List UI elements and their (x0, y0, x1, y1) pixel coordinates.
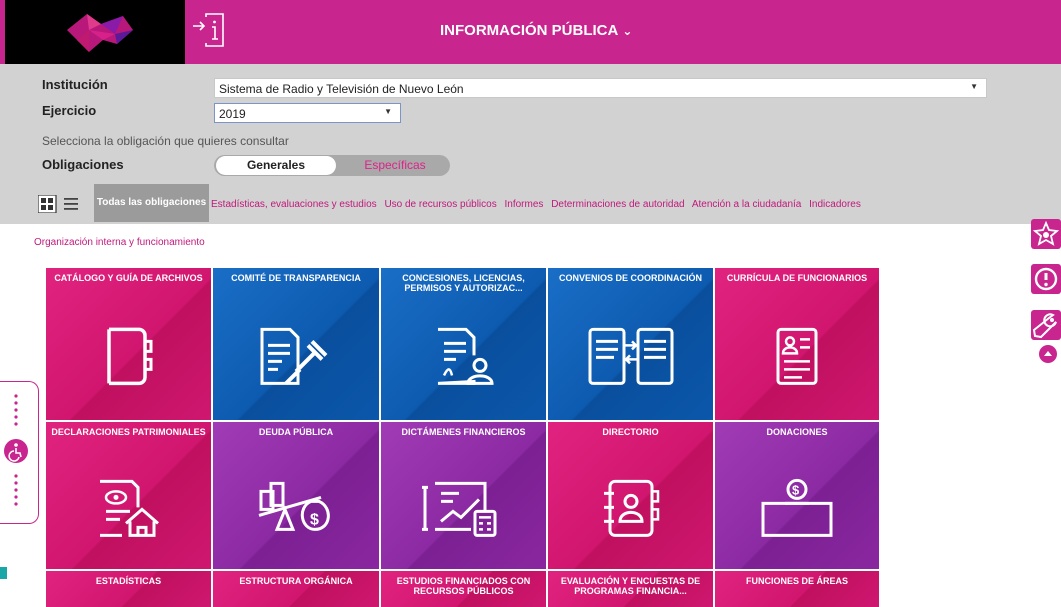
wheelchair-icon (8, 443, 22, 462)
accessibility-panel (0, 381, 39, 524)
logo-graphic (67, 14, 133, 52)
exit-info-button[interactable] (192, 13, 224, 47)
document-house-icon (99, 479, 159, 537)
institution-select[interactable]: Sistema de Radio y Televisión de Nuevo L… (214, 78, 987, 98)
binder-icon (106, 327, 152, 386)
edge-marker (0, 567, 7, 579)
category-recursos[interactable]: Uso de recursos públicos (384, 199, 496, 210)
tile-funciones[interactable]: FUNCIONES DE ÁREAS (715, 571, 879, 607)
tile-title: DIRECTORIO (602, 427, 659, 437)
tile-dictamenes[interactable]: DICTÁMENES FINANCIEROS (381, 422, 546, 569)
obligations-toggle[interactable]: Generales Específicas (214, 155, 450, 176)
institution-label: Institución (42, 77, 108, 92)
rating-button[interactable] (1031, 219, 1061, 249)
exclamation-icon (1034, 267, 1058, 291)
accessibility-button[interactable] (4, 439, 28, 463)
tile-deuda[interactable]: DEUDA PÚBLICA $ (213, 422, 379, 569)
tile-title: CATÁLOGO Y GUÍA DE ARCHIVOS (54, 273, 203, 283)
page-title: INFORMACIÓN PÚBLICA (440, 22, 619, 39)
tile-title: EVALUACIÓN Y ENCUESTAS DE PROGRAMAS FINA… (560, 576, 701, 596)
tools-button[interactable] (1031, 310, 1061, 340)
toggle-especificas[interactable]: Específicas (342, 156, 448, 175)
site-logo[interactable] (5, 0, 185, 64)
category-atencion[interactable]: Atención a la ciudadanía (692, 199, 802, 210)
tile-evaluacion[interactable]: EVALUACIÓN Y ENCUESTAS DE PROGRAMAS FINA… (548, 571, 713, 607)
tile-title: ESTRUCTURA ORGÁNICA (239, 576, 353, 586)
tile-title: ESTUDIOS FINANCIADOS CON RECURSOS PÚBLIC… (396, 576, 531, 596)
donation-box-icon: $ (761, 478, 833, 537)
tile-directorio[interactable]: DIRECTORIO (548, 422, 713, 569)
documents-exchange-icon (588, 327, 673, 385)
tile-concesiones[interactable]: CONCESIONES, LICENCIAS, PERMISOS Y AUTOR… (381, 268, 546, 420)
star-badge-icon (1032, 220, 1060, 246)
drag-dots-icon[interactable] (14, 394, 18, 430)
exit-info-icon (193, 13, 224, 47)
tile-title: DONACIONES (766, 427, 828, 437)
page-title-dropdown[interactable]: INFORMACIÓN PÚBLICA ⌄ (440, 22, 632, 39)
tile-title: ESTADÍSTICAS (95, 576, 162, 586)
top-bar: INFORMACIÓN PÚBLICA ⌄ (0, 0, 1061, 64)
alert-button[interactable] (1031, 264, 1061, 294)
arrow-up-icon (1044, 351, 1052, 356)
category-determinaciones[interactable]: Determinaciones de autoridad (551, 199, 684, 210)
document-gavel-icon (260, 327, 328, 385)
address-book-icon (603, 479, 659, 537)
year-value: 2019 (219, 107, 246, 121)
year-label: Ejercicio (42, 103, 97, 118)
caret-down-icon: ▼ (970, 82, 978, 91)
instruction-text: Selecciona la obligación que quieres con… (42, 134, 289, 148)
tile-title: DEUDA PÚBLICA (258, 427, 334, 437)
category-indicadores[interactable]: Indicadores (809, 199, 861, 210)
tile-title: CURRÍCULA DE FUNCIONARIOS (726, 273, 868, 283)
drag-dots-icon[interactable] (14, 474, 18, 510)
resume-icon (776, 327, 818, 385)
tile-comite[interactable]: COMITÉ DE TRANSPARENCIA (213, 268, 379, 420)
svg-text:$: $ (792, 482, 800, 497)
tile-title: CONCESIONES, LICENCIAS, PERMISOS Y AUTOR… (402, 273, 525, 293)
year-select[interactable]: 2019 ▼ (214, 103, 401, 123)
caret-down-icon: ▼ (384, 107, 392, 116)
obligations-label: Obligaciones (42, 157, 124, 172)
svg-text:$: $ (310, 511, 319, 528)
tile-convenios[interactable]: CONVENIOS DE COORDINACIÓN (548, 268, 713, 420)
category-estadisticas[interactable]: Estadísticas, evaluaciones y estudios (211, 199, 377, 210)
tile-curricula[interactable]: CURRÍCULA DE FUNCIONARIOS (715, 268, 879, 420)
chart-calculator-icon (421, 481, 496, 537)
balance-money-icon: $ (258, 481, 330, 531)
tile-estudios[interactable]: ESTUDIOS FINANCIADOS CON RECURSOS PÚBLIC… (381, 571, 546, 607)
tile-estadisticas[interactable]: ESTADÍSTICAS (46, 571, 211, 607)
tile-title: CONVENIOS DE COORDINACIÓN (558, 273, 702, 283)
toggle-generales[interactable]: Generales (216, 156, 336, 175)
institution-value: Sistema de Radio y Televisión de Nuevo L… (219, 82, 464, 96)
view-switcher (37, 194, 90, 218)
category-informes[interactable]: Informes (505, 199, 544, 210)
tile-donaciones[interactable]: DONACIONES $ (715, 422, 879, 569)
category-nav: Estadísticas, evaluaciones y estudios Us… (211, 199, 866, 210)
category-organizacion[interactable]: Organización interna y funcionamiento (34, 237, 205, 248)
tile-title: DICTÁMENES FINANCIEROS (401, 427, 526, 437)
tile-title: COMITÉ DE TRANSPARENCIA (231, 273, 361, 283)
scroll-top-button[interactable] (1039, 345, 1057, 363)
tile-declaraciones[interactable]: DECLARACIONES PATRIMONIALES (46, 422, 211, 569)
chevron-down-icon: ⌄ (622, 24, 633, 38)
tile-catalogo[interactable]: CATÁLOGO Y GUÍA DE ARCHIVOS (46, 268, 211, 420)
tile-title: DECLARACIONES PATRIMONIALES (51, 427, 206, 437)
tile-title: FUNCIONES DE ÁREAS (745, 576, 848, 586)
list-view-icon[interactable] (64, 198, 78, 210)
document-person-icon (437, 327, 494, 385)
tile-estructura[interactable]: ESTRUCTURA ORGÁNICA (213, 571, 379, 607)
grid-view-icon[interactable] (37, 194, 57, 214)
category-all[interactable]: Todas las obligaciones (94, 184, 209, 222)
wrench-icon (1032, 313, 1057, 339)
